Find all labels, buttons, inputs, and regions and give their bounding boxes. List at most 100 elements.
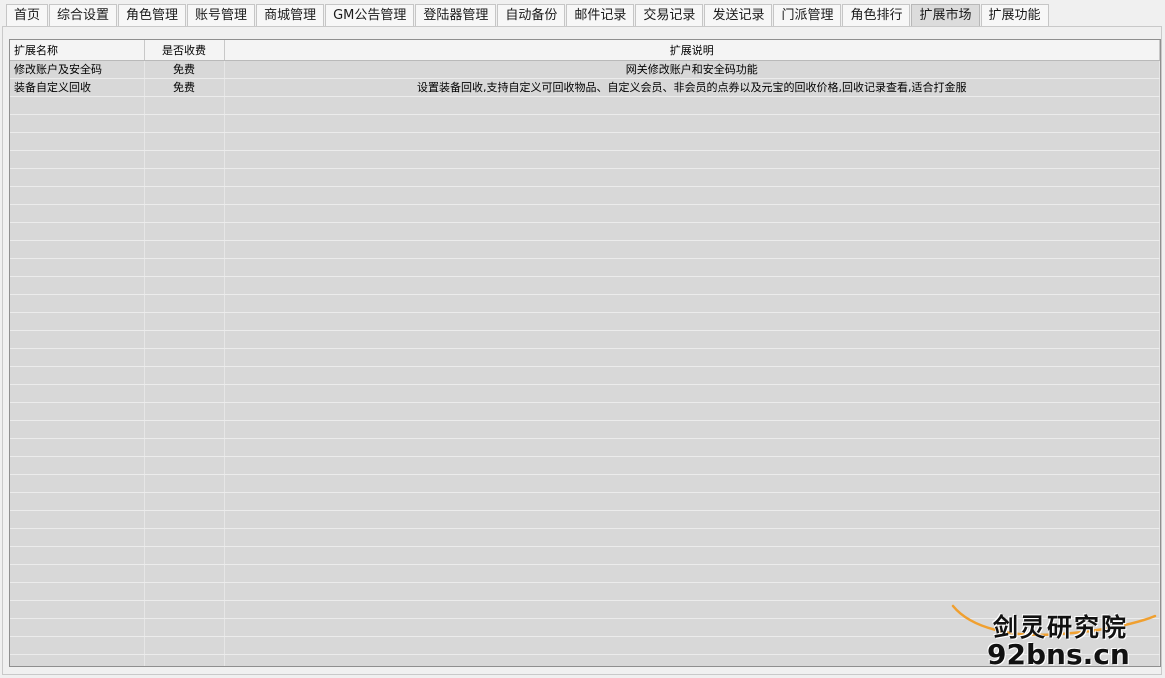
- tab-item[interactable]: 商城管理: [256, 4, 325, 26]
- empty-table-row: [10, 384, 1160, 403]
- cell-description: 网关修改账户和安全码功能: [224, 60, 1160, 79]
- column-header-charge[interactable]: 是否收费: [144, 40, 225, 61]
- empty-cell: [224, 564, 1160, 583]
- tab-item[interactable]: 交易记录: [635, 4, 704, 26]
- empty-cell: [144, 564, 225, 583]
- empty-cell: [144, 348, 225, 367]
- empty-cell: [10, 348, 145, 367]
- empty-cell: [144, 366, 225, 385]
- empty-cell: [224, 186, 1160, 205]
- empty-cell: [144, 474, 225, 493]
- empty-cell: [224, 294, 1160, 313]
- empty-table-row: [10, 438, 1160, 457]
- watermark-domain: 92bns.cn: [987, 638, 1130, 671]
- empty-cell: [144, 240, 225, 259]
- extension-table: 扩展名称 是否收费 扩展说明 修改账户及安全码 免费 网关修改账户和安全码功能 …: [10, 40, 1160, 666]
- table-row[interactable]: 修改账户及安全码 免费 网关修改账户和安全码功能: [10, 60, 1160, 79]
- empty-cell: [10, 132, 145, 151]
- extension-grid[interactable]: 扩展名称 是否收费 扩展说明 修改账户及安全码 免费 网关修改账户和安全码功能 …: [9, 39, 1161, 667]
- empty-cell: [224, 114, 1160, 133]
- empty-cell: [144, 492, 225, 511]
- empty-table-row: [10, 96, 1160, 115]
- empty-cell: [224, 330, 1160, 349]
- empty-cell: [224, 96, 1160, 115]
- tab-item[interactable]: 综合设置: [49, 4, 118, 26]
- empty-cell: [10, 294, 145, 313]
- tab-item[interactable]: 门派管理: [773, 4, 842, 26]
- empty-table-row: [10, 564, 1160, 583]
- empty-cell: [144, 600, 225, 619]
- empty-cell: [144, 276, 225, 295]
- empty-table-row: [10, 132, 1160, 151]
- empty-cell: [10, 420, 145, 439]
- extension-market-panel: 扩展名称 是否收费 扩展说明 修改账户及安全码 免费 网关修改账户和安全码功能 …: [2, 26, 1162, 675]
- empty-table-row: [10, 474, 1160, 493]
- empty-cell: [144, 528, 225, 547]
- empty-table-row: [10, 330, 1160, 349]
- tab-item[interactable]: 邮件记录: [566, 4, 635, 26]
- tab-item[interactable]: 扩展市场: [911, 4, 980, 26]
- empty-table-row: [10, 150, 1160, 169]
- empty-cell: [224, 348, 1160, 367]
- empty-table-row: [10, 204, 1160, 223]
- empty-cell: [224, 384, 1160, 403]
- empty-cell: [224, 168, 1160, 187]
- tab-item[interactable]: 登陆器管理: [415, 4, 497, 26]
- empty-table-row: [10, 114, 1160, 133]
- empty-table-row: [10, 312, 1160, 331]
- empty-cell: [224, 312, 1160, 331]
- empty-cell: [144, 384, 225, 403]
- empty-cell: [10, 456, 145, 475]
- empty-table-row: [10, 420, 1160, 439]
- empty-cell: [224, 438, 1160, 457]
- empty-table-row: [10, 492, 1160, 511]
- empty-cell: [144, 456, 225, 475]
- cell-charge: 免费: [144, 60, 225, 79]
- empty-cell: [144, 132, 225, 151]
- empty-cell: [144, 654, 225, 666]
- empty-table-row: [10, 402, 1160, 421]
- empty-cell: [144, 258, 225, 277]
- tab-item[interactable]: 扩展功能: [980, 4, 1049, 26]
- tab-item[interactable]: 首页: [6, 4, 49, 26]
- empty-cell: [144, 204, 225, 223]
- empty-table-row: [10, 276, 1160, 295]
- empty-cell: [144, 582, 225, 601]
- empty-cell: [10, 240, 145, 259]
- empty-cell: [144, 420, 225, 439]
- empty-cell: [10, 528, 145, 547]
- tab-item[interactable]: 自动备份: [497, 4, 566, 26]
- tab-item[interactable]: 角色管理: [118, 4, 187, 26]
- empty-cell: [224, 474, 1160, 493]
- empty-cell: [144, 114, 225, 133]
- table-header-row: 扩展名称 是否收费 扩展说明: [10, 40, 1160, 61]
- empty-cell: [224, 276, 1160, 295]
- empty-cell: [10, 546, 145, 565]
- tab-item[interactable]: 账号管理: [187, 4, 256, 26]
- tab-item[interactable]: 角色排行: [842, 4, 911, 26]
- empty-cell: [144, 636, 225, 655]
- tab-item[interactable]: 发送记录: [704, 4, 773, 26]
- empty-cell: [144, 150, 225, 169]
- empty-cell: [10, 222, 145, 241]
- empty-cell: [10, 402, 145, 421]
- column-header-name[interactable]: 扩展名称: [10, 40, 145, 61]
- cell-description: 设置装备回收,支持自定义可回收物品、自定义会员、非会员的点券以及元宝的回收价格,…: [224, 78, 1160, 97]
- empty-cell: [224, 528, 1160, 547]
- empty-cell: [10, 654, 145, 666]
- empty-cell: [224, 510, 1160, 529]
- empty-cell: [10, 564, 145, 583]
- column-header-description[interactable]: 扩展说明: [224, 40, 1160, 61]
- table-row[interactable]: 装备自定义回收 免费 设置装备回收,支持自定义可回收物品、自定义会员、非会员的点…: [10, 78, 1160, 97]
- empty-cell: [10, 258, 145, 277]
- empty-cell: [10, 96, 145, 115]
- empty-cell: [144, 402, 225, 421]
- empty-cell: [224, 132, 1160, 151]
- tab-item[interactable]: GM公告管理: [325, 4, 415, 26]
- empty-cell: [144, 510, 225, 529]
- empty-table-row: [10, 186, 1160, 205]
- tab-bar: 首页 综合设置 角色管理 账号管理 商城管理 GM公告管理 登陆器管理 自动备份 邮件记录 交易记…: [0, 0, 1165, 27]
- empty-cell: [10, 600, 145, 619]
- empty-cell: [144, 222, 225, 241]
- empty-cell: [224, 150, 1160, 169]
